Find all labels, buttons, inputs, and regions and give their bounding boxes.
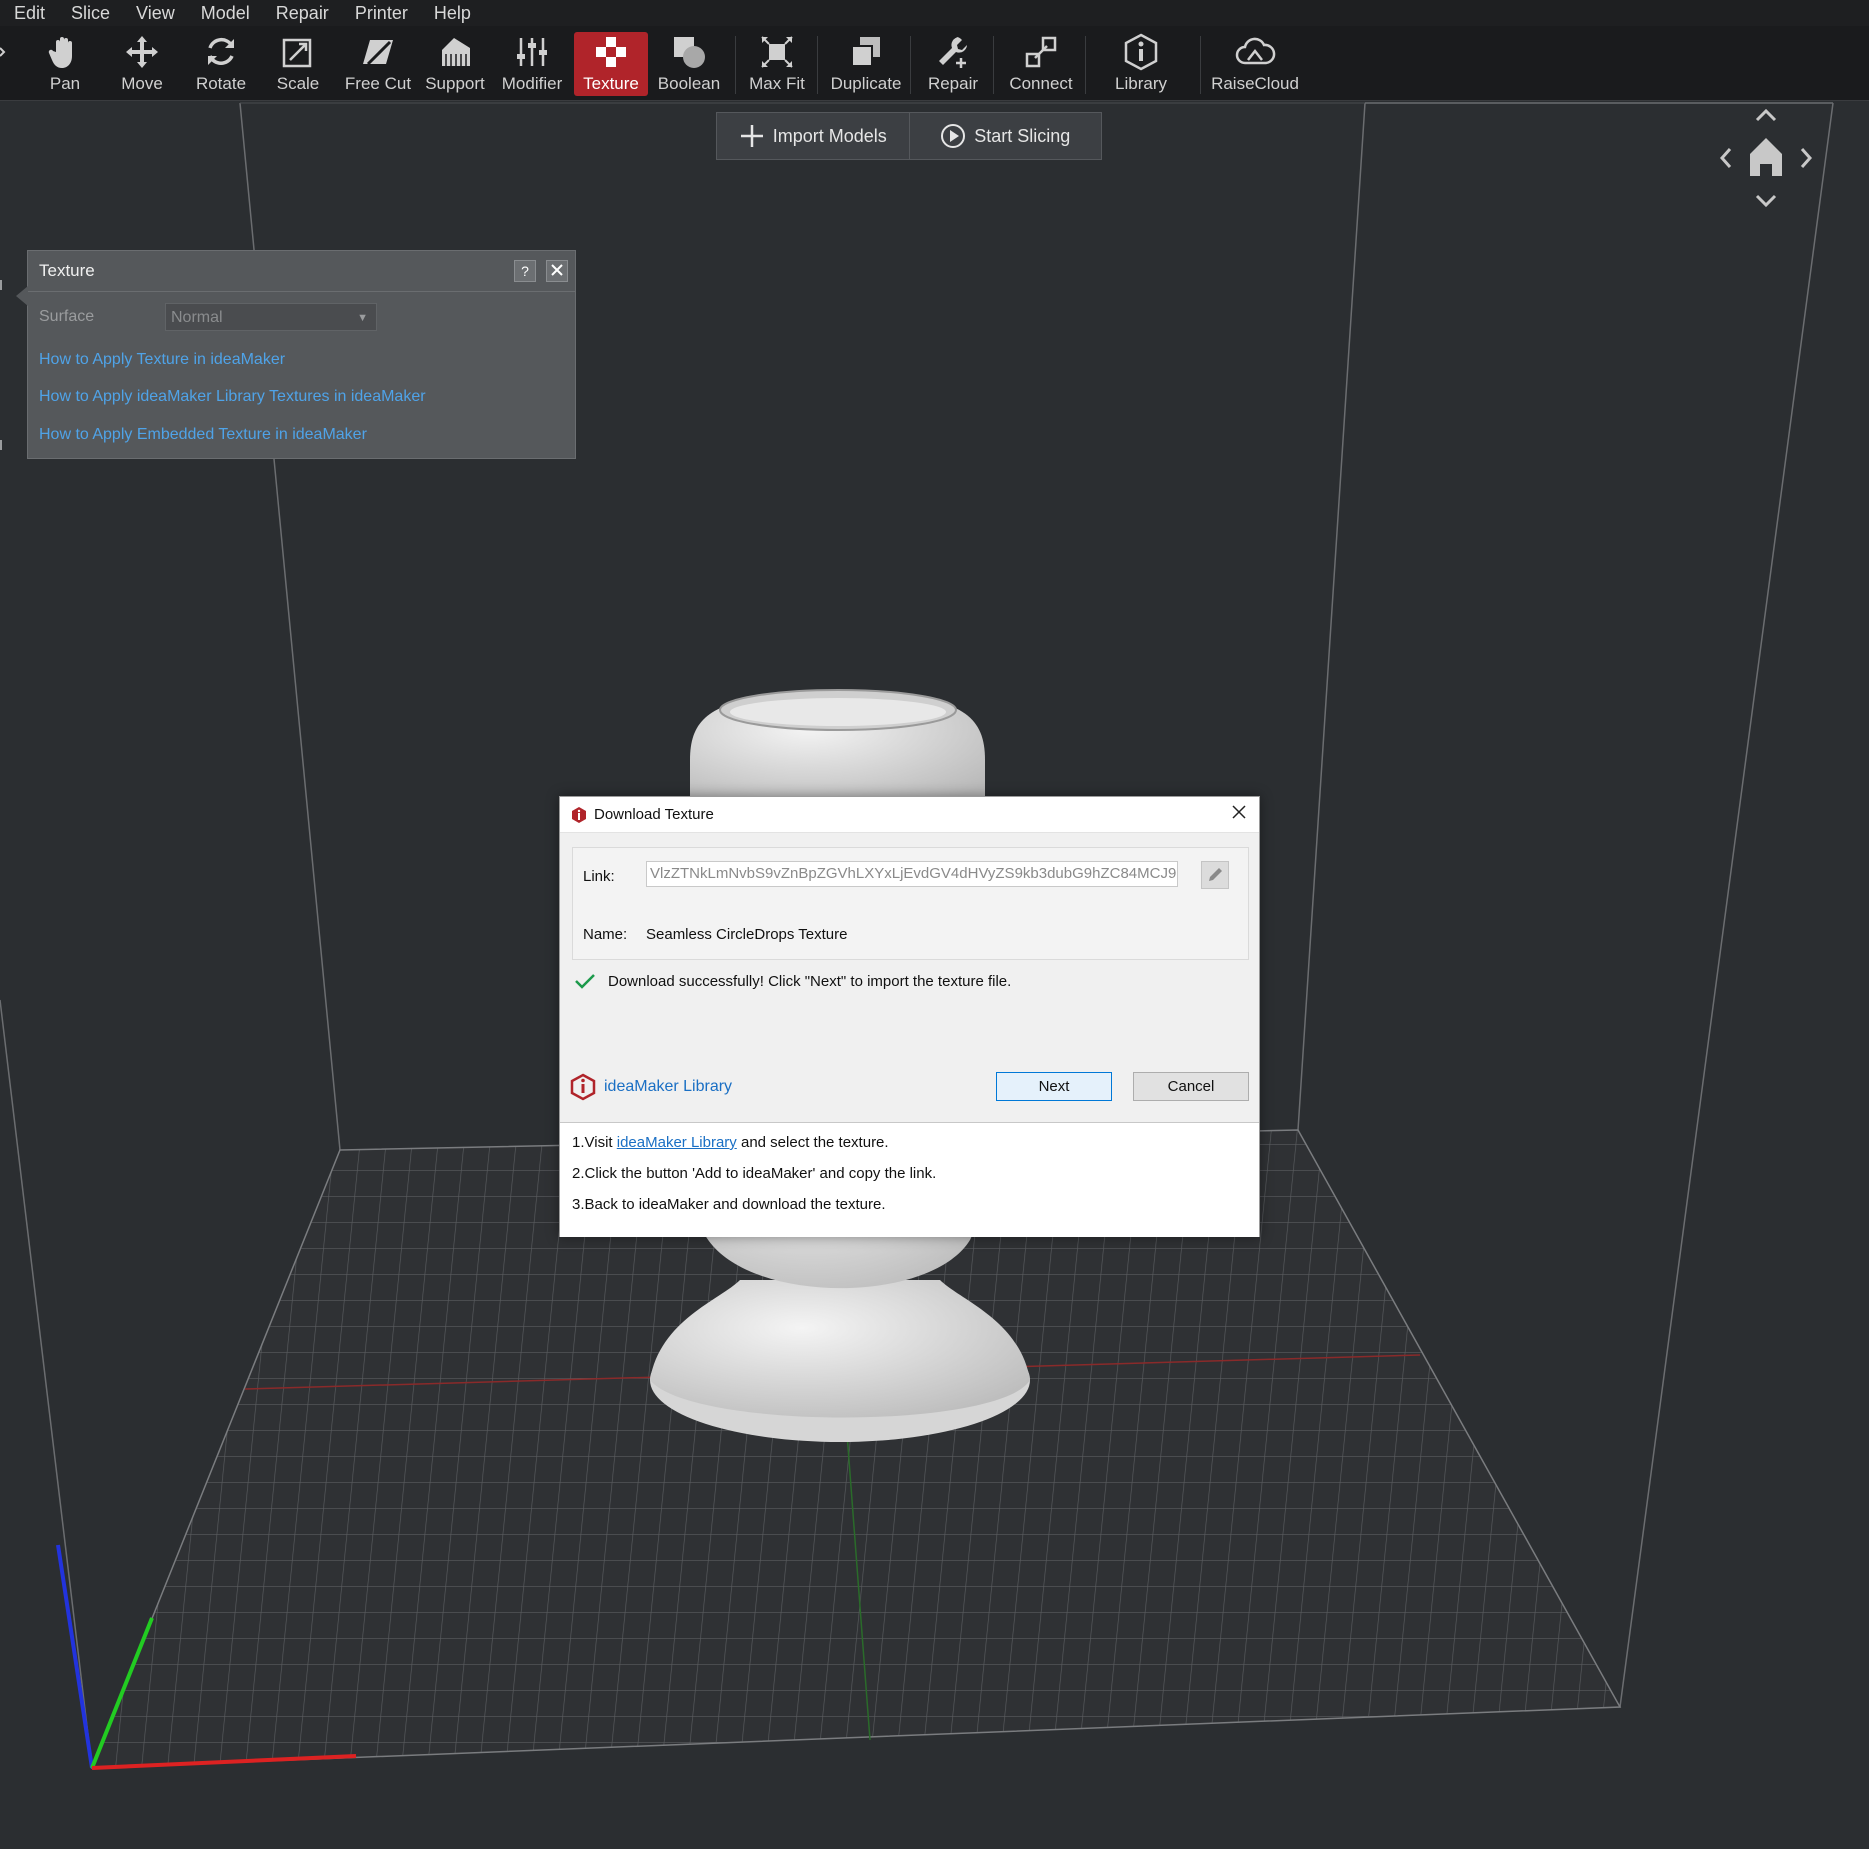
menu-printer[interactable]: Printer (342, 0, 421, 26)
start-slicing-button[interactable]: Start Slicing (910, 113, 1102, 159)
menu-repair[interactable]: Repair (263, 0, 342, 26)
play-circle-icon (941, 124, 966, 148)
top-actions-bar: Import Models Start Slicing (716, 112, 1102, 160)
tool-boolean[interactable]: Boolean (656, 32, 722, 96)
toolbar-separator (993, 36, 994, 94)
menu-bar: Edit Slice View Model Repair Printer Hel… (0, 0, 1869, 26)
view-down-arrow-icon (1755, 194, 1777, 208)
texture-name: Seamless CircleDrops Texture (646, 926, 848, 943)
library-logo-icon (570, 1073, 596, 1101)
tool-max-fit[interactable]: Max Fit (747, 32, 807, 96)
duplicate-icon (844, 32, 888, 72)
tool-raisecloud[interactable]: RaiseCloud (1211, 32, 1299, 96)
dialog-title: Download Texture (594, 806, 714, 823)
toolbar: Pan Move Rotate Scale Free Cut Support M… (0, 26, 1869, 101)
library-icon (1119, 32, 1163, 72)
tool-free-cut[interactable]: Free Cut (344, 32, 412, 96)
menu-model[interactable]: Model (188, 0, 263, 26)
ideamaker-logo-icon (572, 807, 586, 823)
view-navigation-control[interactable] (1716, 106, 1816, 210)
connect-icon (1019, 32, 1063, 72)
instruction-step-1: 1.Visit ideaMaker Library and select the… (572, 1134, 889, 1151)
help-button[interactable]: ? (514, 260, 536, 282)
link-apply-embedded-texture[interactable]: How to Apply Embedded Texture in ideaMak… (39, 426, 367, 444)
link-label: Link: (583, 868, 615, 885)
download-texture-dialog: Download Texture Link: VlzZTNkLmNvbS9vZn… (559, 796, 1260, 1237)
instruction-step-3: 3.Back to ideaMaker and download the tex… (572, 1196, 886, 1213)
tool-repair[interactable]: Repair (922, 32, 984, 96)
rotate-icon (199, 32, 243, 72)
surface-row: Surface Normal ▼ (39, 303, 377, 331)
tool-texture[interactable]: Texture (574, 32, 648, 96)
scale-icon (276, 32, 320, 72)
panel-pointer (16, 286, 28, 306)
link-apply-library-textures[interactable]: How to Apply ideaMaker Library Textures … (39, 388, 426, 406)
tool-pan[interactable]: Pan (40, 32, 90, 96)
instruction-step-2: 2.Click the button 'Add to ideaMaker' an… (572, 1165, 937, 1182)
view-right-arrow-icon (1800, 148, 1813, 168)
cancel-button[interactable]: Cancel (1133, 1072, 1249, 1101)
menu-view[interactable]: View (123, 0, 188, 26)
pencil-icon (1209, 868, 1222, 881)
texture-panel-header: Texture ? (28, 251, 575, 292)
texture-panel-title: Texture (39, 261, 95, 280)
cloud-icon (1233, 32, 1277, 72)
download-status: Download successfully! Click "Next" to i… (574, 972, 1011, 990)
free-cut-icon (356, 32, 400, 72)
max-fit-icon (755, 32, 799, 72)
menu-slice[interactable]: Slice (58, 0, 123, 26)
plus-icon (740, 125, 763, 147)
boolean-icon (667, 32, 711, 72)
view-up-arrow-icon (1755, 108, 1777, 122)
move-arrows-icon (120, 32, 164, 72)
texture-info-group: Link: VlzZTNkLmNvbS9vZnBpZGVhLXYxLjEvdGV… (572, 847, 1249, 960)
tool-move[interactable]: Move (117, 32, 167, 96)
tool-scale[interactable]: Scale (273, 32, 323, 96)
link-apply-texture[interactable]: How to Apply Texture in ideaMaker (39, 351, 285, 369)
checkmark-icon (575, 974, 595, 989)
home-icon (1750, 138, 1782, 176)
left-edge-toolbar-fragment (0, 47, 6, 450)
toolbar-separator (817, 36, 818, 94)
view-left-arrow-icon (1719, 148, 1732, 168)
toolbar-separator (1085, 36, 1086, 94)
surface-label: Surface (39, 308, 95, 325)
name-label: Name: (583, 926, 628, 943)
texture-checker-icon (589, 32, 633, 72)
close-icon (1232, 805, 1246, 819)
wrench-icon (931, 32, 975, 72)
surface-select[interactable]: Normal ▼ (165, 303, 377, 331)
tool-connect[interactable]: Connect (1005, 32, 1077, 96)
ideamaker-library-hyperlink[interactable]: ideaMaker Library (617, 1134, 737, 1151)
ideamaker-library-link[interactable]: ideaMaker Library (570, 1073, 732, 1101)
toolbar-separator (910, 36, 911, 94)
toolbar-separator (1200, 36, 1201, 94)
hand-icon (43, 32, 87, 72)
tool-library[interactable]: Library (1107, 32, 1175, 96)
menu-help[interactable]: Help (421, 0, 484, 26)
tool-support[interactable]: Support (424, 32, 486, 96)
instructions: 1.Visit ideaMaker Library and select the… (560, 1122, 1259, 1237)
tool-rotate[interactable]: Rotate (193, 32, 249, 96)
close-panel-button[interactable] (546, 260, 568, 282)
import-models-button[interactable]: Import Models (717, 113, 910, 159)
link-input[interactable]: VlzZTNkLmNvbS9vZnBpZGVhLXYxLjEvdGV4dHVyZ… (646, 861, 1178, 887)
chevron-down-icon: ▼ (357, 312, 368, 324)
texture-panel: Texture ? Surface Normal ▼ How to Apply … (27, 250, 576, 459)
tool-duplicate[interactable]: Duplicate (828, 32, 904, 96)
tool-modifier[interactable]: Modifier (501, 32, 563, 96)
toolbar-separator (735, 36, 736, 94)
menu-edit[interactable]: Edit (0, 0, 58, 26)
dialog-close-button[interactable] (1231, 803, 1247, 826)
next-button[interactable]: Next (996, 1072, 1112, 1101)
dialog-titlebar: Download Texture (560, 797, 1259, 833)
sliders-icon (510, 32, 554, 72)
close-icon (551, 264, 563, 276)
edit-link-button[interactable] (1201, 861, 1229, 889)
support-icon (433, 32, 477, 72)
